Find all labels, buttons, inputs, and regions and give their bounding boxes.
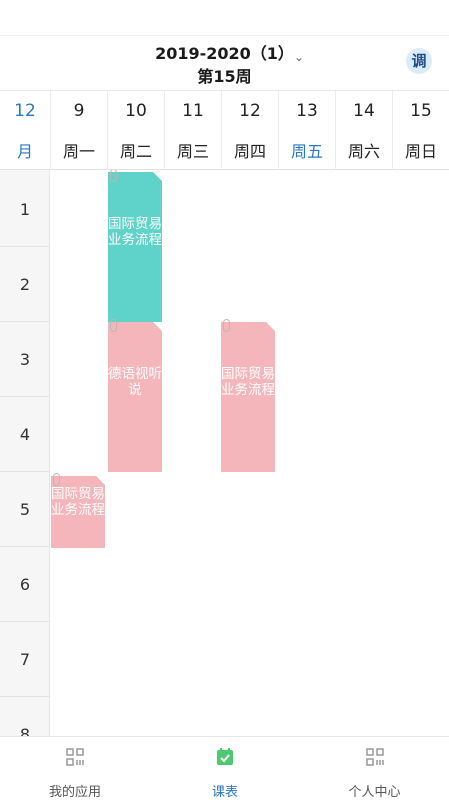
- day-header-row: 12 月 9 周一 10 周二 11 周三 12 周四 13 周五 14 周六 …: [0, 90, 449, 171]
- period-column: 1 2 3 4 5 6 7 8: [0, 170, 50, 736]
- course-name: 德语视听说: [108, 366, 162, 398]
- day-date: 15: [410, 101, 432, 121]
- tab-profile[interactable]: 个人中心: [300, 737, 449, 800]
- day-name: 周二: [119, 142, 152, 161]
- page-fold: [153, 172, 162, 181]
- day-header-fri: 13 周五: [279, 91, 335, 171]
- day-date: 10: [125, 101, 147, 121]
- chevron-down-icon[interactable]: ⌄: [294, 50, 304, 64]
- period-label: 3: [0, 322, 50, 397]
- timetable-grid[interactable]: 1 2 3 4 5 6 7 8 国际贸易业务流程 德语视听说 国际贸易业务流程 …: [0, 170, 449, 736]
- day-header-sun: 15 周日: [393, 91, 449, 171]
- course-name: 国际贸易业务流程: [108, 216, 162, 248]
- week-label[interactable]: 第15周: [0, 63, 449, 87]
- month-number: 12: [14, 101, 36, 121]
- day-date: 11: [182, 101, 204, 121]
- period-label: 8: [0, 697, 50, 736]
- schedule-check-icon: [217, 748, 233, 765]
- course-card[interactable]: 国际贸易业务流程: [108, 170, 162, 322]
- page-fold: [266, 322, 275, 331]
- day-date: 9: [73, 101, 85, 121]
- day-name: 周三: [176, 142, 209, 161]
- day-header-thu: 12 周四: [222, 91, 278, 171]
- day-name: 周六: [347, 142, 380, 161]
- day-date: 12: [239, 101, 261, 121]
- paperclip-icon: [110, 319, 117, 332]
- term-selector[interactable]: 2019-2020（1）: [0, 40, 449, 64]
- month-label: 月: [16, 142, 33, 161]
- tab-schedule[interactable]: 课表: [150, 737, 300, 800]
- day-name: 周日: [404, 142, 437, 161]
- day-header-wed: 11 周三: [165, 91, 221, 171]
- tab-label: 课表: [211, 785, 238, 800]
- course-name: 国际贸易业务流程: [221, 366, 275, 398]
- profile-grid-icon: [365, 748, 384, 766]
- adjust-button[interactable]: 调: [406, 48, 432, 74]
- course-card[interactable]: 国际贸易业务流程: [51, 473, 105, 548]
- period-label: 7: [0, 622, 50, 697]
- paperclip-icon: [223, 319, 230, 332]
- period-label: 4: [0, 397, 50, 472]
- apps-icon: [66, 748, 84, 766]
- period-label: 1: [0, 172, 50, 247]
- day-header-tue: 10 周二: [108, 91, 164, 171]
- period-label: 5: [0, 472, 50, 547]
- day-header-sat: 14 周六: [336, 91, 392, 171]
- page-fold: [96, 476, 105, 485]
- day-header-mon: 9 周一: [51, 91, 107, 171]
- course-card[interactable]: 国际贸易业务流程: [221, 319, 275, 472]
- paperclip-icon: [110, 170, 117, 182]
- day-name: 周五: [290, 142, 323, 161]
- course-card[interactable]: 德语视听说: [108, 319, 162, 472]
- status-bar: [0, 0, 449, 36]
- day-date: 13: [296, 101, 318, 121]
- day-name: 周四: [233, 142, 266, 161]
- schedule-header: 2019-2020（1） 第15周 ⌄ 调: [0, 36, 449, 90]
- course-name: 国际贸易业务流程: [51, 486, 105, 518]
- tab-label: 个人中心: [348, 785, 401, 800]
- tab-my-apps[interactable]: 我的应用: [0, 737, 150, 800]
- day-name: 周一: [62, 142, 95, 161]
- page-fold: [153, 322, 162, 331]
- paperclip-icon: [53, 473, 60, 486]
- tab-label: 我的应用: [48, 785, 101, 800]
- day-date: 14: [353, 101, 375, 121]
- bottom-tab-bar: 我的应用 课表 个人中心: [0, 736, 449, 800]
- period-label: 6: [0, 547, 50, 622]
- period-label: 2: [0, 247, 50, 322]
- month-cell: 12 月: [0, 91, 50, 171]
